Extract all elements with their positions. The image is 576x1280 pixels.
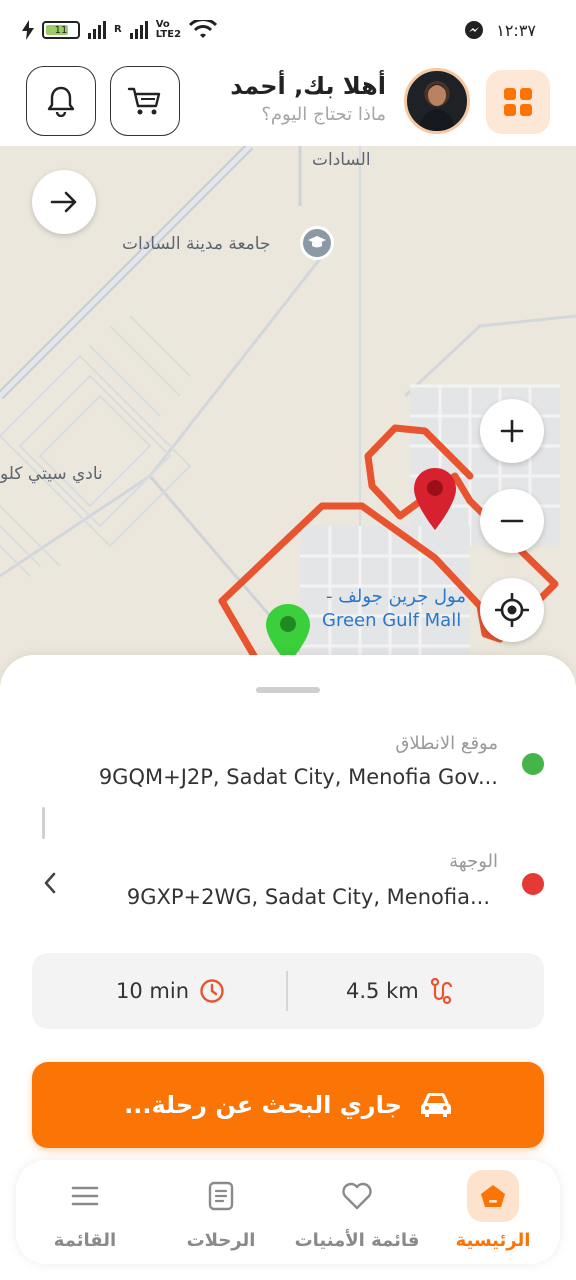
map-label-mall-en: Green Gulf Mall [322, 610, 462, 631]
bottom-nav: الرئيسية قائمة الأمنيات الرحلات القائمة [16, 1160, 560, 1264]
route-icon [430, 977, 452, 1005]
pickup-field[interactable]: 9GQM+J2P, Sadat City, Menofia Gov... [99, 765, 498, 789]
searching-ride-button[interactable]: جاري البحث عن رحلة... [32, 1062, 544, 1148]
destination-dot [522, 873, 544, 895]
battery-icon: 11 [42, 21, 80, 39]
greeting-block: أهلا بك, أحمد ماذا تحتاج اليوم؟ [230, 72, 386, 125]
notifications-button[interactable] [26, 66, 96, 136]
document-icon [208, 1181, 234, 1211]
nav-menu[interactable]: القائمة [20, 1160, 150, 1264]
destination-field[interactable]: 9GXP+2WG, Sadat City, Menofia... [127, 885, 490, 909]
arrow-right-icon [50, 191, 77, 213]
pickup-label: موقع الانطلاق [395, 733, 498, 754]
volte-label: Vo LTE2 [155, 19, 182, 40]
minus-icon [500, 519, 524, 523]
university-pin-icon [300, 226, 334, 260]
status-bar: 11 R Vo LTE2 ١٢:٣٧ [0, 0, 576, 62]
signal-icon [88, 21, 106, 39]
nav-wishlist-label: قائمة الأمنيات [294, 1230, 420, 1251]
cart-icon [127, 87, 161, 115]
signal-icon-2 [129, 21, 148, 39]
nav-home[interactable]: الرئيسية [428, 1160, 558, 1264]
route-connector [42, 807, 45, 839]
grid-icon [504, 88, 532, 116]
map-label-club: نادي سيتي كلو [0, 464, 103, 484]
clock-icon [200, 979, 224, 1003]
duration-value: 10 min [116, 979, 189, 1003]
destination-pin-icon [414, 468, 456, 530]
wifi-icon [189, 20, 218, 38]
crosshair-icon [495, 593, 529, 627]
destination-label: الوجهة [449, 851, 498, 872]
nav-wishlist[interactable]: قائمة الأمنيات [292, 1160, 422, 1264]
duration-stat: 10 min [116, 953, 225, 1029]
cart-button[interactable] [110, 66, 180, 136]
search-button-label: جاري البحث عن رحلة... [124, 1091, 402, 1119]
distance-value: 4.5 km [346, 979, 419, 1003]
car-icon [420, 1093, 451, 1117]
map-view[interactable]: السادات جامعة مدينة السادات نادي سيتي كل… [0, 146, 576, 686]
menu-icon [71, 1186, 99, 1206]
map-label-mall-ar: مول جرين جولف - [326, 586, 466, 607]
sheet-handle[interactable] [256, 687, 320, 693]
bell-icon [47, 86, 75, 117]
pickup-dot [522, 753, 544, 775]
chevron-left-icon[interactable] [42, 871, 58, 895]
app-header: أهلا بك, أحمد ماذا تحتاج اليوم؟ [0, 62, 576, 146]
home-icon [467, 1170, 519, 1222]
stats-divider [286, 971, 288, 1011]
my-location-button[interactable] [480, 578, 544, 642]
categories-button[interactable] [486, 70, 550, 134]
greeting-title: أهلا بك, أحمد [230, 72, 386, 100]
nav-trips[interactable]: الرحلات [156, 1160, 286, 1264]
nav-trips-label: الرحلات [186, 1230, 256, 1251]
map-label-university: جامعة مدينة السادات [122, 234, 271, 254]
avatar[interactable] [404, 68, 470, 134]
nav-home-label: الرئيسية [455, 1230, 531, 1251]
nav-menu-label: القائمة [53, 1230, 117, 1251]
status-icons-left: 11 R Vo LTE2 [22, 19, 218, 40]
roaming-label: R [114, 24, 122, 35]
trip-stats: 10 min 4.5 km [32, 953, 544, 1029]
map-label-sadat: السادات [312, 150, 371, 170]
clock: ١٢:٣٧ [496, 20, 536, 40]
distance-stat: 4.5 km [346, 953, 453, 1029]
status-icons-right: ١٢:٣٧ [464, 20, 536, 40]
avatar-photo [419, 84, 455, 131]
messenger-icon [465, 21, 484, 39]
zoom-out-button[interactable] [480, 489, 544, 553]
plus-icon [500, 419, 524, 443]
zoom-in-button[interactable] [480, 399, 544, 463]
greeting-subtitle: ماذا تحتاج اليوم؟ [261, 104, 386, 125]
heart-icon [342, 1182, 372, 1210]
back-button[interactable] [32, 170, 96, 234]
charging-icon [22, 20, 34, 40]
